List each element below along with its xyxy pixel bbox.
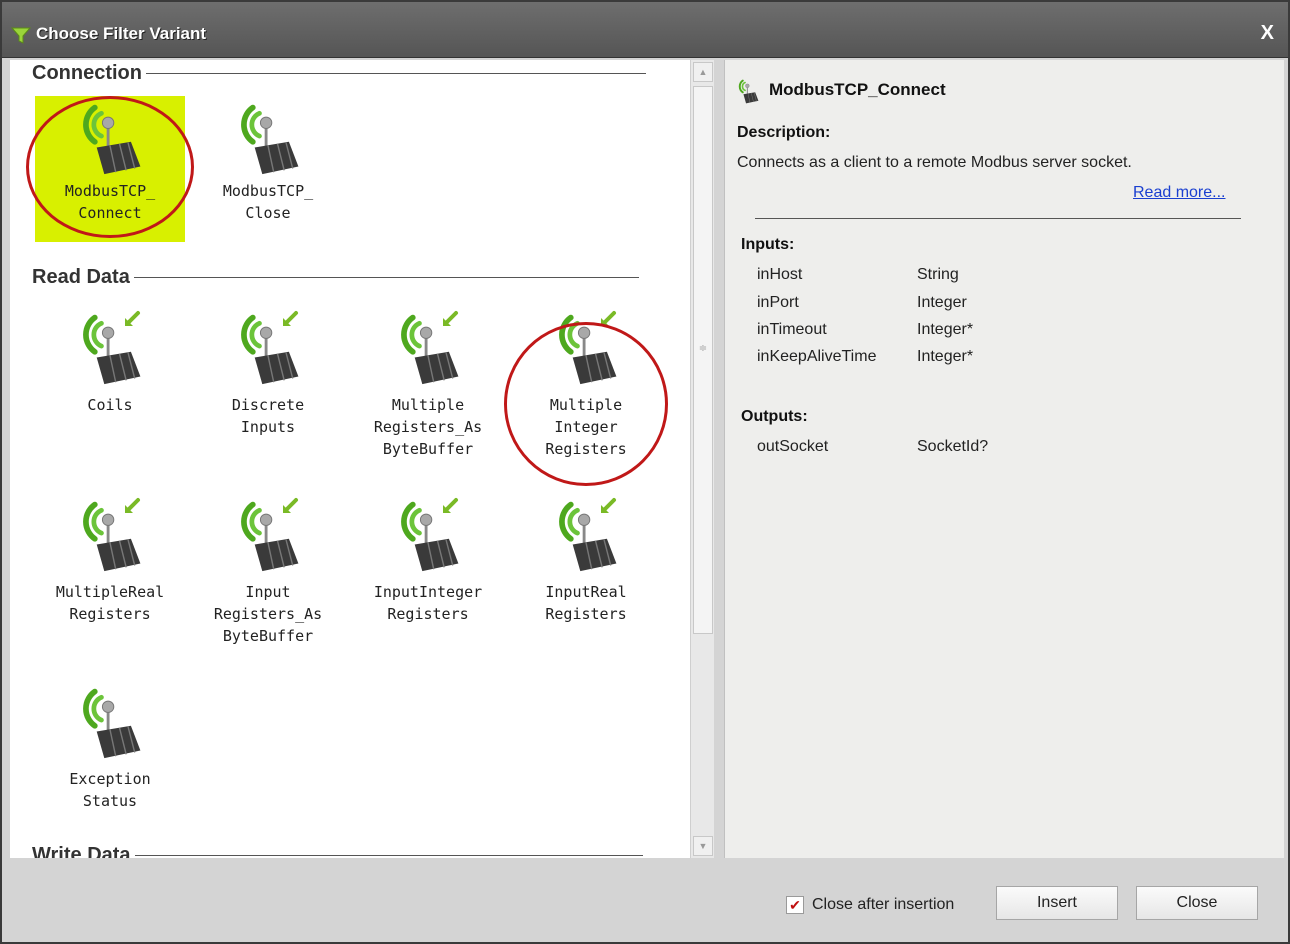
modbus-read-antenna-icon — [72, 311, 148, 386]
modbus-read-antenna-icon — [390, 498, 466, 573]
param-name: outSocket — [757, 438, 829, 455]
filter-item-multiple-integer-registers[interactable]: Multiple Integer Registers — [511, 310, 661, 460]
scroll-thumb[interactable]: ≑ — [693, 86, 713, 634]
filter-item-label: Multiple Integer Registers — [545, 396, 627, 458]
title-bar: Choose Filter Variant X — [2, 2, 1288, 58]
section-title: Connection — [32, 62, 142, 84]
dialog-title: Choose Filter Variant — [36, 24, 207, 43]
insert-button[interactable]: Insert — [996, 886, 1118, 920]
filter-item-label: Coils — [87, 396, 133, 414]
param-name: inHost — [757, 266, 803, 283]
filter-item-label: ModbusTCP_ Connect — [64, 182, 156, 222]
filter-icon — [10, 27, 32, 44]
description-text: Connects as a client to a remote Modbus … — [737, 154, 1132, 171]
modbus-antenna-icon — [72, 684, 148, 760]
modbus-read-antenna-icon — [72, 498, 148, 573]
filter-item-coils[interactable]: Coils — [35, 310, 185, 416]
filter-item-modbustcp-close[interactable]: ModbusTCP_ Close — [193, 96, 343, 224]
filter-item-label: MultipleReal Registers — [55, 583, 165, 623]
filter-item-label: ModbusTCP_ Close — [222, 182, 314, 222]
close-button[interactable]: Close — [1136, 886, 1258, 920]
section-header-connection: Connection — [32, 62, 646, 85]
param-name: inKeepAliveTime — [757, 348, 877, 365]
param-name: inPort — [757, 294, 799, 311]
param-type: Integer* — [917, 348, 974, 365]
modbus-antenna-icon — [230, 100, 306, 176]
filter-item-multiple-registers-bytebuffer[interactable]: Multiple Registers_As ByteBuffer — [353, 310, 503, 460]
scroll-down-arrow[interactable]: ▼ — [693, 836, 713, 856]
vertical-scrollbar[interactable]: ▲ ≑ ▼ — [690, 60, 714, 858]
section-title: Read Data — [32, 266, 130, 288]
choose-filter-variant-dialog: Choose Filter Variant X Connection Modbu… — [0, 0, 1290, 944]
param-name: inTimeout — [757, 321, 827, 338]
read-more-link[interactable]: Read more... — [1133, 184, 1225, 202]
filter-item-label: InputReal Registers — [545, 583, 627, 623]
filter-item-label: InputInteger Registers — [373, 583, 483, 623]
details-pane: ModbusTCP_Connect Description: Connects … — [724, 60, 1284, 858]
modbus-read-antenna-icon — [548, 311, 624, 386]
modbus-read-antenna-icon — [230, 498, 306, 573]
input-param-row: inPort Integer — [757, 294, 967, 312]
inputs-heading: Inputs: — [741, 236, 795, 253]
section-title: Write Data — [32, 844, 131, 858]
modbus-read-antenna-icon — [548, 498, 624, 573]
filter-item-input-integer-registers[interactable]: InputInteger Registers — [353, 497, 503, 625]
input-param-row: inTimeout Integer* — [757, 321, 973, 339]
close-after-insertion-checkbox[interactable]: ✔ — [786, 896, 804, 914]
outputs-heading: Outputs: — [741, 408, 808, 425]
dialog-footer: ✔ Close after insertion Insert Close — [2, 858, 1288, 942]
param-type: Integer — [917, 294, 967, 311]
modbus-read-antenna-icon — [230, 311, 306, 386]
filter-list-pane: Connection ModbusTCP_ Connect ModbusTCP_… — [10, 60, 690, 858]
close-after-insertion-label[interactable]: Close after insertion — [812, 896, 954, 914]
filter-item-exception-status[interactable]: Exception Status — [35, 684, 185, 812]
param-type: String — [917, 266, 959, 283]
filter-item-label: Discrete Inputs — [231, 396, 305, 436]
filter-item-label: Exception Status — [69, 770, 151, 810]
section-header-write-data: Write Data — [32, 844, 643, 858]
filter-item-discrete-inputs[interactable]: Discrete Inputs — [193, 310, 343, 438]
filter-item-multiple-real-registers[interactable]: MultipleReal Registers — [35, 497, 185, 625]
param-type: SocketId? — [917, 438, 989, 455]
filter-item-modbustcp-connect[interactable]: ModbusTCP_ Connect — [35, 96, 185, 242]
input-param-row: inKeepAliveTime Integer* — [757, 348, 973, 366]
output-param-row: outSocket SocketId? — [757, 438, 988, 456]
filter-item-label: Multiple Registers_As ByteBuffer — [373, 396, 483, 458]
description-heading: Description: — [737, 124, 831, 141]
param-type: Integer* — [917, 321, 974, 338]
section-header-read-data: Read Data — [32, 266, 639, 289]
modbus-antenna-icon — [72, 100, 148, 176]
modbus-antenna-icon — [735, 78, 761, 104]
divider — [755, 218, 1241, 219]
filter-item-input-registers-bytebuffer[interactable]: Input Registers_As ByteBuffer — [193, 497, 343, 647]
scroll-up-arrow[interactable]: ▲ — [693, 62, 713, 82]
filter-item-label: Input Registers_As ByteBuffer — [213, 583, 323, 645]
details-title: ModbusTCP_Connect — [769, 80, 946, 99]
close-icon[interactable]: X — [1261, 22, 1274, 45]
input-param-row: inHost String — [757, 266, 959, 284]
filter-item-input-real-registers[interactable]: InputReal Registers — [511, 497, 661, 625]
modbus-read-antenna-icon — [390, 311, 466, 386]
